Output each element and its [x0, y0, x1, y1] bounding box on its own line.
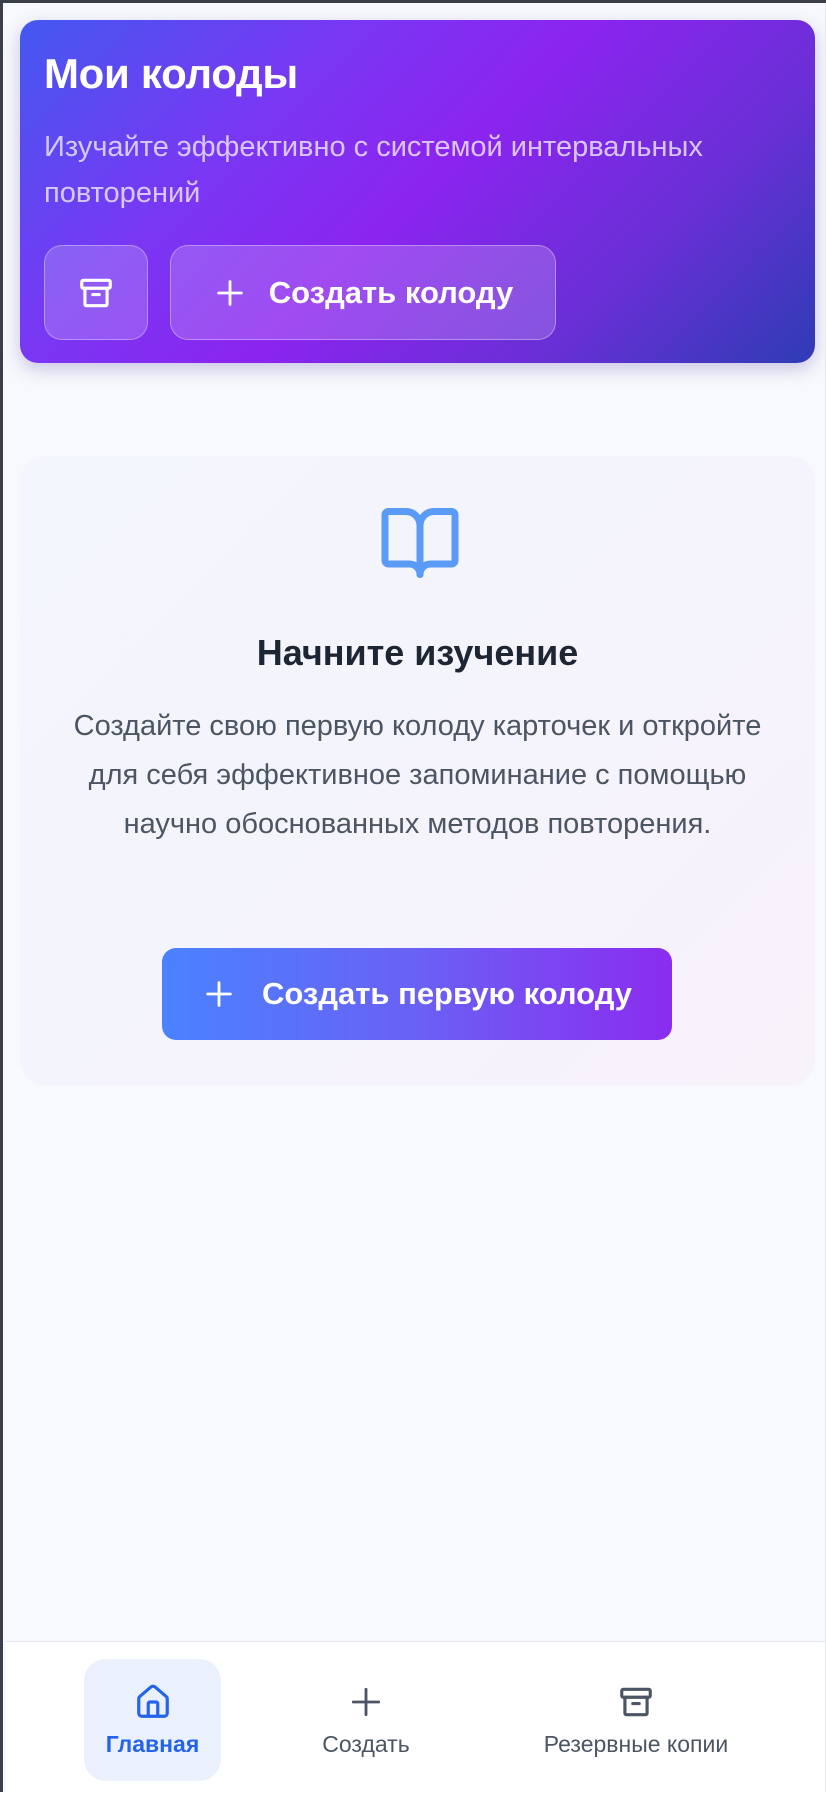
nav-item-backups[interactable]: Резервные копии [506, 1659, 766, 1781]
page-subtitle: Изучайте эффективно с системой интерваль… [44, 131, 703, 209]
plus-icon [217, 279, 243, 306]
book-open-icon [381, 508, 459, 578]
nav-item-create[interactable]: Создать [286, 1659, 446, 1781]
home-icon [136, 1684, 169, 1718]
empty-state-text: Создайте свою первую колоду карточек и о… [73, 710, 762, 840]
nav-label-home: Главная [105, 1730, 200, 1757]
app-frame: Мои колоды Изучайте эффективно с системо… [0, 0, 826, 1795]
plus-icon [206, 981, 232, 1007]
nav-label-backups: Резервные копии [543, 1730, 729, 1757]
create-first-deck-button[interactable]: Создать первую колоду [162, 948, 672, 1040]
archive-icon [80, 278, 112, 307]
empty-state-title: Начните изучение [256, 632, 579, 673]
plus-icon [351, 1687, 381, 1716]
bottom-navigation: Главная Создать Резервные копии [6, 1641, 826, 1795]
page-title: Мои колоды [44, 50, 298, 97]
empty-state-card: Начните изучение Создайте свою первую ко… [20, 456, 815, 1085]
create-deck-button[interactable]: Создать колоду [170, 245, 556, 340]
nav-label-create: Создать [322, 1730, 410, 1757]
create-first-deck-label: Создать первую колоду [262, 976, 632, 1011]
archive-button[interactable] [44, 245, 148, 340]
nav-item-home[interactable]: Главная [84, 1659, 221, 1781]
header-card: Мои колоды Изучайте эффективно с системо… [20, 20, 815, 363]
create-deck-label: Создать колоду [268, 274, 514, 310]
archive-icon [620, 1687, 652, 1716]
